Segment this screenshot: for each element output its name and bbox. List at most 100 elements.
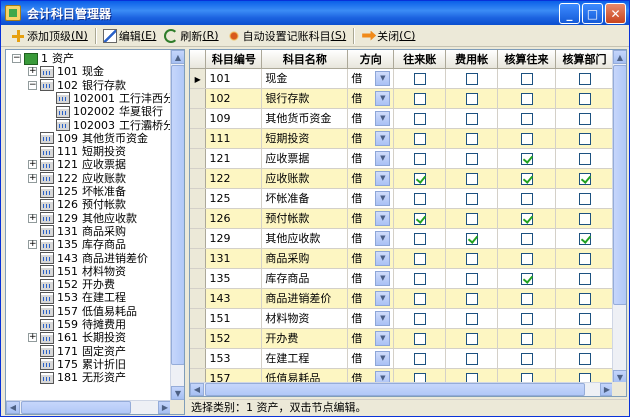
row-indicator[interactable] — [190, 108, 207, 129]
title-bar[interactable]: 会计科目管理器 _ □ ✕ — [1, 1, 629, 25]
cell-name[interactable]: 其他应收款 — [261, 228, 349, 249]
expand-icon[interactable]: + — [28, 173, 37, 183]
expand-icon[interactable]: + — [28, 240, 37, 250]
checkbox[interactable] — [465, 352, 478, 365]
cell-code[interactable]: 102 — [205, 88, 263, 109]
tree-node[interactable]: − 1 资产 — [12, 52, 74, 65]
account-tree[interactable]: − 1 资产 +101 现金 − 102 银行存款102001 工行沣西分理 102002 华夏银行… — [6, 50, 172, 400]
direction-select[interactable]: 借 ▼ — [351, 190, 391, 206]
tree-node[interactable]: 126 预付帐款 — [28, 198, 126, 211]
cell-direction[interactable]: 借 ▼ — [347, 288, 395, 309]
header-contact-account[interactable]: 往来账 — [393, 50, 447, 69]
table-row[interactable]: ▶ 101 现金借 ▼ — [190, 68, 614, 89]
checkbox[interactable] — [465, 252, 478, 265]
header-code[interactable]: 科目编号 — [205, 50, 263, 69]
scroll-up-arrow-icon[interactable]: ▲ — [613, 50, 626, 64]
checkbox[interactable] — [578, 92, 591, 105]
checkbox[interactable] — [520, 172, 533, 185]
tree-node[interactable]: +129 其他应收款 — [28, 212, 137, 225]
checkbox[interactable] — [465, 152, 478, 165]
checkbox[interactable] — [520, 192, 533, 205]
table-row[interactable]: 131 商品采购借 ▼ — [190, 248, 614, 269]
cell-name[interactable]: 开办费 — [261, 328, 349, 349]
cell-name[interactable]: 预付帐款 — [261, 208, 349, 229]
tree-node[interactable]: +122 应收账款 — [28, 172, 126, 185]
row-indicator[interactable] — [190, 348, 207, 369]
cell-direction[interactable]: 借 ▼ — [347, 268, 395, 289]
header-name[interactable]: 科目名称 — [261, 50, 349, 69]
checkbox[interactable] — [413, 172, 426, 185]
edit-button[interactable]: 编辑 (E) — [99, 26, 161, 46]
header-contact-accounting[interactable]: 核算往来 — [497, 50, 557, 69]
cell-direction[interactable]: 借 ▼ — [347, 248, 395, 269]
tree-node[interactable]: 109 其他货币资金 — [28, 132, 148, 145]
checkbox[interactable] — [413, 232, 426, 245]
scroll-left-arrow-icon[interactable]: ◀ — [6, 401, 20, 414]
dropdown-arrow-icon[interactable]: ▼ — [375, 170, 391, 186]
collapse-icon[interactable]: − — [12, 54, 21, 63]
tree-node[interactable]: 125 坏帐准备 — [28, 185, 126, 198]
tree-node[interactable]: 102003 工行灞桥分理 — [44, 119, 172, 132]
cell-direction[interactable]: 借 ▼ — [347, 188, 395, 209]
checkbox[interactable] — [578, 252, 591, 265]
cell-name[interactable]: 商品进销差价 — [261, 288, 349, 309]
row-indicator[interactable] — [190, 88, 207, 109]
cell-name[interactable]: 应收票据 — [261, 148, 349, 169]
direction-select[interactable]: 借 ▼ — [351, 230, 391, 246]
dropdown-arrow-icon[interactable]: ▼ — [375, 90, 391, 106]
table-row[interactable]: 125 坏帐准备借 ▼ — [190, 188, 614, 209]
dropdown-arrow-icon[interactable]: ▼ — [375, 350, 391, 366]
direction-select[interactable]: 借 ▼ — [351, 250, 391, 266]
checkbox[interactable] — [413, 352, 426, 365]
row-indicator[interactable] — [190, 328, 207, 349]
expand-icon[interactable]: + — [28, 333, 37, 343]
dropdown-arrow-icon[interactable]: ▼ — [375, 190, 391, 206]
maximize-button[interactable]: □ — [582, 3, 603, 24]
row-indicator[interactable] — [190, 208, 207, 229]
expand-icon[interactable]: + — [28, 160, 37, 170]
cell-code[interactable]: 152 — [205, 328, 263, 349]
cell-direction[interactable]: 借 ▼ — [347, 88, 395, 109]
cell-code[interactable]: 121 — [205, 148, 263, 169]
table-row[interactable]: 135 库存商品借 ▼ — [190, 268, 614, 289]
row-indicator[interactable] — [190, 148, 207, 169]
checkbox[interactable] — [465, 312, 478, 325]
cell-direction[interactable]: 借 ▼ — [347, 348, 395, 369]
tree-node[interactable]: +161 长期投资 — [28, 331, 126, 344]
checkbox[interactable] — [413, 212, 426, 225]
checkbox[interactable] — [520, 132, 533, 145]
tree-horizontal-scrollbar[interactable]: ◀ ▶ — [6, 400, 172, 414]
tree-node[interactable]: 152 开办费 — [28, 278, 115, 291]
cell-name[interactable]: 其他货币资金 — [261, 108, 349, 129]
checkbox[interactable] — [578, 112, 591, 125]
dropdown-arrow-icon[interactable]: ▼ — [375, 250, 391, 266]
checkbox[interactable] — [465, 172, 478, 185]
tree-node[interactable]: +101 现金 — [28, 65, 104, 78]
checkbox[interactable] — [413, 332, 426, 345]
table-row[interactable]: 126 预付帐款借 ▼ — [190, 208, 614, 229]
expand-icon[interactable]: + — [28, 213, 37, 223]
direction-select[interactable]: 借 ▼ — [351, 350, 391, 366]
checkbox[interactable] — [520, 292, 533, 305]
cell-direction[interactable]: 借 ▼ — [347, 308, 395, 329]
dropdown-arrow-icon[interactable]: ▼ — [375, 110, 391, 126]
checkbox[interactable] — [465, 112, 478, 125]
checkbox[interactable] — [465, 332, 478, 345]
table-row[interactable]: 109 其他货币资金借 ▼ — [190, 108, 614, 129]
checkbox[interactable] — [578, 272, 591, 285]
direction-select[interactable]: 借 ▼ — [351, 310, 391, 326]
checkbox[interactable] — [520, 272, 533, 285]
cell-name[interactable]: 坏帐准备 — [261, 188, 349, 209]
scroll-left-arrow-icon[interactable]: ◀ — [190, 383, 204, 396]
row-indicator[interactable] — [190, 128, 207, 149]
checkbox[interactable] — [520, 112, 533, 125]
checkbox[interactable] — [465, 192, 478, 205]
checkbox[interactable] — [413, 312, 426, 325]
table-row[interactable]: 121 应收票据借 ▼ — [190, 148, 614, 169]
direction-select[interactable]: 借 ▼ — [351, 130, 391, 146]
row-indicator[interactable] — [190, 248, 207, 269]
direction-select[interactable]: 借 ▼ — [351, 90, 391, 106]
tree-node[interactable]: 143 商品进销差价 — [28, 252, 148, 265]
table-row[interactable]: 111 短期投资借 ▼ — [190, 128, 614, 149]
cell-direction[interactable]: 借 ▼ — [347, 328, 395, 349]
